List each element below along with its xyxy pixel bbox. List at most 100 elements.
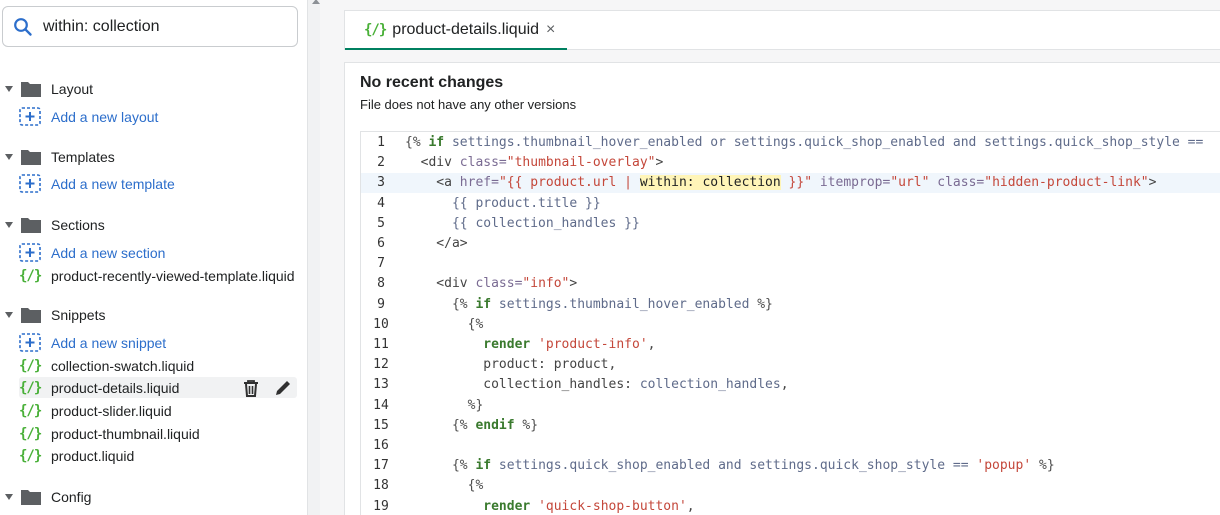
code-line[interactable]: 8 <div class="info"> — [361, 274, 1220, 294]
folder-icon — [21, 218, 41, 233]
code-line[interactable]: 10 {% — [361, 315, 1220, 335]
code-token: %} — [405, 397, 484, 413]
code-token: {% — [405, 417, 468, 433]
code-token: if — [475, 296, 492, 312]
code-token: {% — [405, 296, 468, 312]
add-layout-link[interactable]: Add a new layout — [19, 106, 158, 127]
code-line[interactable]: 18 {% — [361, 476, 1220, 496]
add-layout-label[interactable]: Add a new layout — [51, 109, 158, 125]
code-line[interactable]: 16 — [361, 436, 1220, 456]
code-token: class= — [475, 276, 523, 292]
code-line[interactable]: 15 {% endif %} — [361, 416, 1220, 436]
code-token: 'popup' — [976, 458, 1032, 474]
code-token: if — [428, 135, 445, 150]
code-token: render — [483, 337, 531, 352]
scroll-up-arrow-icon[interactable] — [312, 0, 320, 4]
code-line[interactable]: 11 render 'product-info', — [361, 335, 1220, 355]
folder-icon — [21, 308, 41, 323]
add-file-icon — [19, 243, 41, 262]
code-token: , — [686, 498, 695, 514]
code-line[interactable]: 17 {% if settings.quick_shop_enabled and… — [361, 456, 1220, 476]
liquid-file-icon: {/} — [364, 21, 387, 38]
search-box[interactable] — [2, 6, 298, 47]
code-line[interactable]: 13 collection_handles: collection_handle… — [361, 375, 1220, 395]
code-token: endif — [475, 417, 515, 433]
liquid-file-icon: {/} — [19, 447, 42, 464]
folder-label: Snippets — [51, 307, 106, 323]
line-content: render 'product-info', — [405, 335, 655, 355]
file-label[interactable]: product-recently-viewed-template.liquid — [51, 268, 295, 284]
add-template-link[interactable]: Add a new template — [19, 173, 175, 194]
add-section-label[interactable]: Add a new section — [51, 245, 165, 261]
code-token: , — [780, 377, 789, 393]
code-line[interactable]: 7 — [361, 254, 1220, 274]
code-token: > — [655, 155, 664, 171]
tab-product-details[interactable]: {/} product-details.liquid × — [345, 11, 567, 50]
folder-config[interactable]: Config — [0, 486, 91, 508]
code-line[interactable]: 5 {{ collection_handles }} — [361, 214, 1220, 234]
file-item[interactable]: {/} product-slider.liquid — [19, 400, 172, 421]
code-editor[interactable]: 1 {% if settings.thumbnail_hover_enabled … — [360, 131, 1220, 515]
line-content: <a href="{{ product.url | within: collec… — [405, 173, 1156, 193]
file-label[interactable]: product-slider.liquid — [51, 403, 172, 419]
sidebar-scrollbar[interactable] — [307, 0, 320, 515]
file-label[interactable]: collection-swatch.liquid — [51, 358, 194, 374]
code-line[interactable]: 6 </a> — [361, 234, 1220, 254]
file-item[interactable]: {/} collection-swatch.liquid — [19, 355, 194, 376]
search-input[interactable] — [43, 15, 288, 39]
folder-snippets[interactable]: Snippets — [0, 304, 105, 326]
editor-area: {/} product-details.liquid × No recent c… — [320, 0, 1220, 515]
file-item[interactable]: {/} product-thumbnail.liquid — [19, 423, 200, 444]
folder-layout[interactable]: Layout — [0, 78, 93, 100]
file-item-selected[interactable]: {/} product-details.liquid — [19, 377, 297, 398]
code-token: "url" — [890, 175, 930, 191]
panel-subtitle: File does not have any other versions — [360, 97, 577, 112]
folder-icon — [21, 150, 41, 165]
code-token: "{{ product.url | — [498, 175, 640, 191]
line-number: 19 — [373, 498, 389, 514]
line-number: 8 — [377, 276, 385, 292]
file-label[interactable]: product-thumbnail.liquid — [51, 426, 200, 442]
folder-sections[interactable]: Sections — [0, 214, 105, 236]
code-line[interactable]: 19 render 'quick-shop-button', — [361, 497, 1220, 515]
file-item[interactable]: {/} product-recently-viewed-template.liq… — [19, 265, 295, 286]
file-item[interactable]: {/} product.liquid — [19, 445, 134, 466]
file-label[interactable]: product-details.liquid — [51, 380, 179, 396]
liquid-file-icon: {/} — [19, 379, 42, 396]
liquid-file-icon: {/} — [19, 425, 42, 442]
folder-templates[interactable]: Templates — [0, 146, 115, 168]
add-snippet-label[interactable]: Add a new snippet — [51, 335, 166, 351]
line-number: 15 — [373, 417, 389, 433]
line-content: {% — [405, 476, 484, 496]
folder-label: Layout — [51, 81, 94, 97]
add-snippet-link[interactable]: Add a new snippet — [19, 332, 166, 353]
edit-icon[interactable] — [273, 378, 293, 398]
code-line[interactable]: 12 product: product, — [361, 355, 1220, 375]
line-number: 9 — [377, 296, 385, 312]
line-content: <div class="info"> — [405, 274, 577, 294]
code-line[interactable]: 4 {{ product.title }} — [361, 194, 1220, 214]
code-token: <div — [405, 276, 476, 292]
trash-icon[interactable] — [241, 378, 261, 398]
code-line[interactable]: 3 <a href="{{ product.url | within: coll… — [361, 173, 1220, 194]
line-number: 12 — [373, 357, 389, 373]
line-number: 7 — [377, 256, 385, 272]
search-match-highlight: within: collection — [639, 175, 781, 191]
code-line[interactable]: 2 <div class="thumbnail-overlay"> — [361, 153, 1220, 173]
code-line[interactable]: 14 %} — [361, 396, 1220, 416]
code-token: "hidden-product-link" — [984, 175, 1149, 191]
code-token: product: product, — [405, 357, 617, 373]
file-label[interactable]: product.liquid — [51, 448, 134, 464]
caret-down-icon — [5, 494, 13, 500]
add-template-label[interactable]: Add a new template — [51, 176, 175, 192]
line-content: {% if settings.thumbnail_hover_enabled o… — [405, 133, 1211, 153]
add-section-link[interactable]: Add a new section — [19, 242, 165, 263]
code-line[interactable]: 9 {% if settings.thumbnail_hover_enabled… — [361, 295, 1220, 315]
close-icon[interactable]: × — [546, 21, 555, 39]
code-line[interactable]: 1 {% if settings.thumbnail_hover_enabled … — [361, 133, 1220, 153]
line-content: {{ collection_handles }} — [405, 214, 640, 234]
line-number: 5 — [377, 215, 385, 231]
folder-label: Sections — [51, 217, 105, 233]
